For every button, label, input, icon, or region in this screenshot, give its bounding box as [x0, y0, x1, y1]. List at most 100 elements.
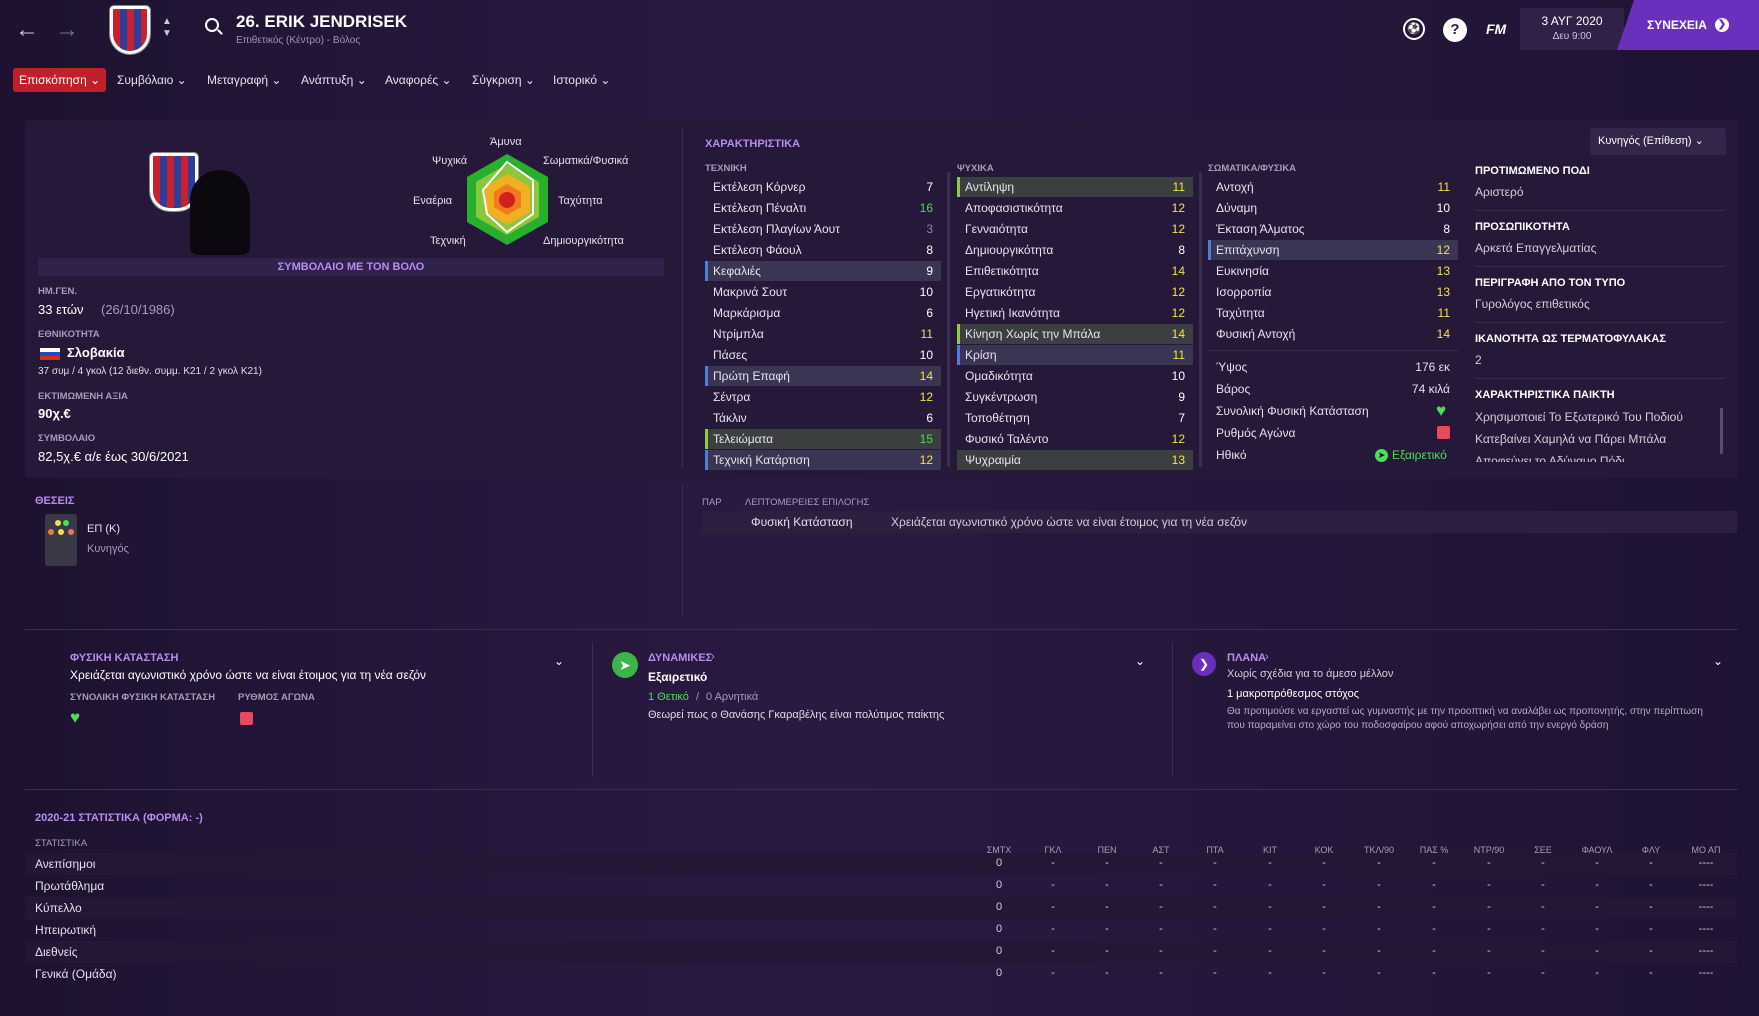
overall-fitness-heart-icon: ♥	[70, 708, 81, 727]
attribute-row-mental[interactable]: Φυσικό Ταλέντο 12	[957, 429, 1193, 449]
attribute-name: Φυσική Αντοχή	[1216, 327, 1296, 341]
date-box[interactable]: 3 ΑΥΓ 2020 Δευ 9:00	[1520, 8, 1624, 50]
attribute-value: 14	[1171, 264, 1185, 278]
stats-cell: -	[1649, 857, 1653, 869]
stats-cell: -	[1541, 967, 1545, 979]
attribute-name: Φυσικό Ταλέντο	[965, 432, 1049, 446]
stats-cell: -	[1432, 923, 1436, 935]
contract-details: 82,5χ.€ α/ε έως 30/6/2021	[38, 449, 189, 464]
contract-banner[interactable]: ΣΥΜΒΟΛΑΙΟ ΜΕ ΤΟΝ ΒΟΛΟ	[38, 258, 664, 276]
attribute-row-mental[interactable]: Τοποθέτηση 7	[957, 408, 1193, 428]
attribute-name: Ομαδικότητα	[965, 369, 1033, 383]
plans-card-expand-icon[interactable]: ⌄	[1713, 654, 1723, 668]
attribute-row-physical[interactable]: Ευκινησία 13	[1208, 261, 1458, 281]
dynamics-separator: /	[696, 691, 700, 703]
attribute-row-mental[interactable]: Ηγετική Ικανότητα 12	[957, 303, 1193, 323]
attribute-row-physical[interactable]: Έκταση Άλματος 8	[1208, 219, 1458, 239]
menu-overview[interactable]: Επισκόπηση ⌄	[13, 68, 107, 92]
attribute-row-mental[interactable]: Γενναιότητα 12	[957, 219, 1193, 239]
dynamics-card-title[interactable]: ΔΥΝΑΜΙΚΕΣ	[648, 652, 712, 664]
ball-icon[interactable]: ⚽	[1403, 18, 1425, 40]
fitness-heart-icon: ♥	[1436, 401, 1447, 420]
dynamics-negative[interactable]: 0 Αρνητικά	[706, 691, 758, 703]
attribute-row-mental[interactable]: Αποφασιστικότητα 12	[957, 198, 1193, 218]
menu-transfer[interactable]: Μεταγραφή ⌄	[201, 68, 287, 92]
attribute-row-technical[interactable]: Σέντρα 12	[705, 387, 941, 407]
player-switch-chevrons-icon[interactable]: ▲ ▼	[162, 16, 172, 40]
attribute-row-physical[interactable]: Φυσική Αντοχή 14	[1208, 324, 1458, 344]
attribute-row-technical[interactable]: Κεφαλιές 9	[705, 261, 941, 281]
attribute-row-technical[interactable]: Πρώτη Επαφή 14	[705, 366, 941, 386]
morale-arrow-icon: ➤	[1375, 449, 1388, 462]
menu-compare[interactable]: Σύγκριση ⌄	[466, 68, 541, 92]
attribute-row-technical[interactable]: Εκτέλεση Πέναλτι 16	[705, 198, 941, 218]
attribute-row-physical[interactable]: Δύναμη 10	[1208, 198, 1458, 218]
attribute-row-mental[interactable]: Επιθετικότητα 14	[957, 261, 1193, 281]
fm-logo[interactable]: FM	[1486, 21, 1506, 37]
dynamics-card-expand-icon[interactable]: ⌄	[1135, 654, 1145, 668]
plans-chevron-icon: ❯	[1192, 652, 1216, 676]
attribute-row-physical[interactable]: Επιτάχυνση 12	[1208, 240, 1458, 260]
selection-reason: Φυσική Κατάσταση	[751, 515, 853, 529]
attribute-row-mental[interactable]: Συγκέντρωση 9	[957, 387, 1193, 407]
stats-cell: -	[1649, 967, 1653, 979]
radar-label-defending: Άμυνα	[490, 136, 522, 148]
back-arrow-icon[interactable]: ←	[12, 15, 42, 45]
attribute-row-technical[interactable]: Ντρίμπλα 11	[705, 324, 941, 344]
attribute-row-mental[interactable]: Αντίληψη 11	[957, 177, 1193, 197]
player-nationality[interactable]: Σλοβακία	[67, 345, 125, 360]
menu-history[interactable]: Ιστορικό ⌄	[547, 68, 616, 92]
attribute-row-technical[interactable]: Τελειώματα 15	[705, 429, 941, 449]
stats-title[interactable]: 2020-21 ΣΤΑΤΙΣΤΙΚΑ (ΦΟΡΜΑ: -)	[35, 812, 203, 824]
attribute-row-technical[interactable]: Εκτέλεση Κόρνερ 7	[705, 177, 941, 197]
attribute-row-physical[interactable]: Ισορροπία 13	[1208, 282, 1458, 302]
attribute-row-technical[interactable]: Τεχνική Κατάρτιση 12	[705, 450, 941, 470]
dynamics-positive[interactable]: 1 Θετικό	[648, 691, 689, 703]
attribute-row-physical[interactable]: Ταχύτητα 11	[1208, 303, 1458, 323]
attribute-row-mental[interactable]: Κίνηση Χωρίς την Μπάλα 14	[957, 324, 1193, 344]
stats-cell: -	[1105, 923, 1109, 935]
continue-button[interactable]: ΣΥΝΕΧΕΙΑ ❯	[1617, 0, 1759, 50]
stats-cell: -	[1051, 967, 1055, 979]
search-icon[interactable]	[205, 18, 223, 35]
plans-title-chevron-icon[interactable]: ›	[1265, 651, 1269, 663]
attribute-row-technical[interactable]: Πάσες 10	[705, 345, 941, 365]
fitness-card-expand-icon[interactable]: ⌄	[554, 654, 564, 668]
scrollbar-technical[interactable]	[947, 172, 950, 467]
menu-development[interactable]: Ανάπτυξη ⌄	[295, 68, 373, 92]
traits-scrollbar[interactable]	[1720, 408, 1723, 454]
attribute-row-mental[interactable]: Εργατικότητα 12	[957, 282, 1193, 302]
menu-reports[interactable]: Αναφορές ⌄	[379, 68, 458, 92]
fitness-card-title: ΦΥΣΙΚΗ ΚΑΤΑΣΤΑΣΗ	[70, 652, 179, 664]
attribute-row-technical[interactable]: Εκτέλεση Φάουλ 8	[705, 240, 941, 260]
attribute-row-technical[interactable]: Μακρινά Σουτ 10	[705, 282, 941, 302]
menu-contract[interactable]: Συμβόλαιο ⌄	[111, 68, 193, 92]
help-icon[interactable]: ?	[1443, 18, 1467, 42]
club-crest[interactable]	[110, 6, 150, 54]
selection-row[interactable]: Φυσική Κατάσταση Χρειάζεται αγωνιστικό χ…	[702, 511, 1737, 533]
attribute-row-mental[interactable]: Δημιουργικότητα 8	[957, 240, 1193, 260]
stats-cell: -	[1268, 857, 1272, 869]
attribute-row-technical[interactable]: Τάκλιν 6	[705, 408, 941, 428]
attribute-row-technical[interactable]: Μαρκάρισμα 6	[705, 303, 941, 323]
morale-label: Ηθικό	[1216, 448, 1247, 462]
scrollbar-mental[interactable]	[1199, 172, 1202, 467]
stats-cell: -	[1213, 857, 1217, 869]
attribute-value: 11	[1437, 306, 1450, 320]
attribute-name: Δημιουργικότητα	[965, 243, 1054, 257]
plans-card-title[interactable]: ΠΛΑΝΑ	[1227, 652, 1266, 664]
stats-row-label: Διεθνείς	[35, 945, 78, 959]
stats-cell: ----	[1698, 857, 1714, 869]
attribute-row-mental[interactable]: Ομαδικότητα 10	[957, 366, 1193, 386]
attribute-row-mental[interactable]: Ψυχραιμία 13	[957, 450, 1193, 470]
attribute-row-mental[interactable]: Κρίση 11	[957, 345, 1193, 365]
stats-cell: -	[1377, 945, 1381, 957]
attribute-row-technical[interactable]: Εκτέλεση Πλαγίων Άουτ 3	[705, 219, 941, 239]
attribute-row-physical[interactable]: Αντοχή 11	[1208, 177, 1458, 197]
attribute-value: 7	[926, 180, 933, 194]
forward-arrow-icon[interactable]: →	[52, 15, 82, 45]
dynamics-chevron-icon[interactable]: ›	[711, 651, 715, 663]
role-select[interactable]: Κυνηγός (Επίθεση) ⌄	[1590, 128, 1726, 155]
stats-row-label: Κύπελλο	[35, 901, 82, 915]
match-sharpness-card-label: ΡΥΘΜΟΣ ΑΓΩΝΑ	[238, 692, 315, 703]
